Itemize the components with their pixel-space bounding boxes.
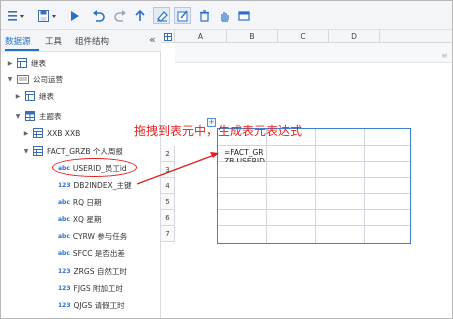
tree-item-label: XXB XXB <box>47 128 81 138</box>
column-header-a[interactable]: A <box>175 30 227 43</box>
window-icon[interactable] <box>237 7 250 24</box>
field-label: RQ 日期 <box>72 197 102 207</box>
column-header-b[interactable]: B <box>227 30 278 43</box>
tree-item-fact-grzb[interactable]: ▼ FACT_GRZB 个人周报 <box>22 143 123 159</box>
text-field-icon: abc <box>58 215 70 223</box>
instruction-annotation: 拖拽到表元中，生成表元表达式 <box>134 124 303 138</box>
column-header-c[interactable]: C <box>278 30 329 43</box>
tree-item-label: 继表 <box>31 58 46 68</box>
collapse-arrow-icon[interactable]: ▼ <box>22 148 30 155</box>
number-field-icon: 123 <box>58 284 71 292</box>
run-icon[interactable] <box>69 7 81 24</box>
tree-item-xxb[interactable]: ▶ XXB XXB <box>22 125 80 141</box>
panel-tabs: 数据源 工具 组件结构 « <box>1 30 161 52</box>
save-icon[interactable] <box>37 7 61 24</box>
database-icon <box>17 74 29 84</box>
text-field-icon: abc <box>58 249 70 257</box>
report-icon <box>25 91 35 101</box>
tab-tools[interactable]: 工具 <box>45 35 62 47</box>
tab-datasource[interactable]: 数据源 <box>5 35 31 47</box>
menu-icon[interactable] <box>7 7 29 24</box>
subject-table-icon <box>25 111 35 121</box>
field-item[interactable]: 123 ZRGS 自然工时 <box>58 263 127 279</box>
table-icon <box>33 128 43 138</box>
field-item[interactable]: abc XQ 星期 <box>58 211 101 227</box>
grid-line <box>218 225 410 226</box>
grid-line <box>218 193 410 194</box>
text-field-icon: abc <box>58 232 70 240</box>
collapse-arrow-icon[interactable]: ▼ <box>6 76 14 83</box>
expand-arrow-icon[interactable]: ▶ <box>6 60 14 67</box>
grid-line <box>218 209 410 210</box>
collapse-panel-button[interactable]: « <box>149 33 156 46</box>
tree-item-label: 继表 <box>39 91 54 101</box>
toolbar-strip <box>175 43 452 63</box>
table-icon <box>33 146 43 156</box>
report-icon <box>17 58 27 68</box>
left-panel: 数据源 工具 组件结构 « ▶ 继表 ▼ 公司运营 ▶ 继表 ▼ 主题表 ▶ X… <box>1 30 161 318</box>
eraser-icon[interactable] <box>153 7 170 24</box>
edit-icon[interactable] <box>174 7 191 24</box>
grid-line <box>218 145 410 146</box>
tree-item-label: FACT_GRZB 个人周报 <box>47 146 123 156</box>
toolbar <box>1 1 452 30</box>
number-field-icon: 123 <box>58 181 71 189</box>
field-item[interactable]: 123 QJGS 请假工时 <box>58 297 125 313</box>
undo-icon[interactable] <box>91 7 105 24</box>
field-item[interactable]: abc SFCC 是否出差 <box>58 245 125 261</box>
highlight-oval <box>52 158 137 177</box>
return-icon[interactable] <box>134 7 146 24</box>
cell-formula[interactable]: =FACT_GR <box>224 148 264 157</box>
field-label: CYRW 参与任务 <box>72 231 128 241</box>
expand-arrow-icon[interactable]: ▶ <box>22 130 30 137</box>
collapse-arrow-icon[interactable]: ▼ <box>14 113 22 120</box>
cell-formula-continuation: ZB.USERID <box>224 157 265 162</box>
redo-icon[interactable] <box>113 7 127 24</box>
field-item[interactable]: abc RQ 日期 <box>58 194 101 210</box>
row-header[interactable]: 3 <box>161 162 175 178</box>
column-header-d[interactable]: D <box>329 30 380 43</box>
tree-item-report-1[interactable]: ▶ 继表 <box>6 55 46 71</box>
grid-line <box>218 177 410 178</box>
row-header[interactable]: 7 <box>161 226 175 242</box>
field-label: ZRGS 自然工时 <box>73 266 127 276</box>
field-label: QJGS 请假工时 <box>73 300 125 310</box>
delete-icon[interactable] <box>198 7 211 24</box>
selected-cell-block[interactable]: =FACT_GR ZB.USERID <box>217 128 411 244</box>
text-field-icon: abc <box>58 198 70 206</box>
hand-icon[interactable] <box>218 7 231 24</box>
field-label: FJGS 附加工时 <box>73 283 124 293</box>
tree-item-report-2[interactable]: ▶ 继表 <box>14 88 54 104</box>
field-label: XQ 星期 <box>72 214 102 224</box>
field-item[interactable]: abc CYRW 参与任务 <box>58 228 127 244</box>
expand-arrow-icon[interactable]: ▶ <box>14 93 22 100</box>
number-field-icon: 123 <box>58 267 71 275</box>
column-headers: A B C D <box>161 30 452 43</box>
tree-item-label: 公司运营 <box>33 74 63 84</box>
scroll-indicator-icon: ≡ <box>441 51 448 60</box>
field-label: SFCC 是否出差 <box>72 248 125 258</box>
tree-item-company-ops[interactable]: ▼ 公司运营 <box>6 71 63 87</box>
row-header[interactable]: 6 <box>161 210 175 226</box>
row-header[interactable]: 2 <box>161 146 175 162</box>
tree-item-label: 主题表 <box>39 111 62 121</box>
grid-corner-icon[interactable] <box>161 30 175 43</box>
tab-component-structure[interactable]: 组件结构 <box>75 35 109 47</box>
field-item[interactable]: 123 FJGS 附加工时 <box>58 280 123 296</box>
app-window: 数据源 工具 组件结构 « ▶ 继表 ▼ 公司运营 ▶ 继表 ▼ 主题表 ▶ X… <box>0 0 453 319</box>
number-field-icon: 123 <box>58 301 71 309</box>
field-item[interactable]: 123 DB2INDEX_主键 <box>58 177 131 193</box>
row-header[interactable]: 4 <box>161 178 175 194</box>
tree-item-subject-table[interactable]: ▼ 主题表 <box>14 108 62 124</box>
active-tab-indicator <box>5 49 39 51</box>
row-header[interactable]: 5 <box>161 194 175 210</box>
field-label: DB2INDEX_主键 <box>73 180 132 190</box>
